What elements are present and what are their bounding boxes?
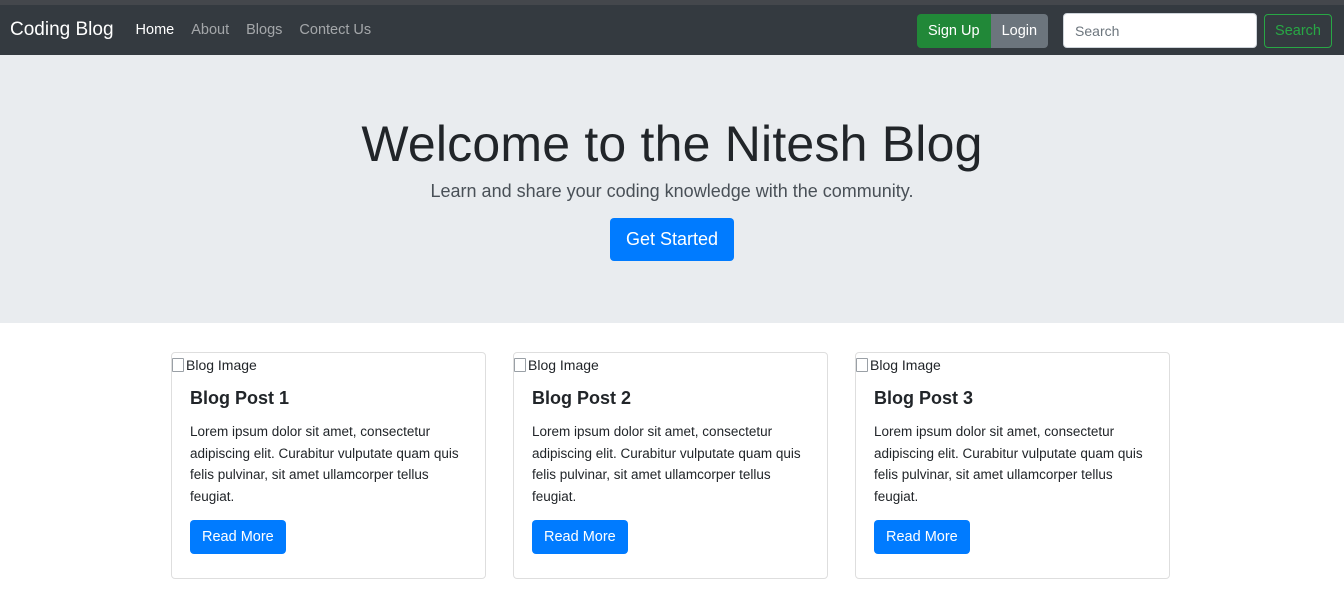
blog-card: Blog Image Blog Post 2 Lorem ipsum dolor…	[513, 352, 828, 579]
card-body: Blog Post 1 Lorem ipsum dolor sit amet, …	[172, 376, 485, 554]
card-text: Lorem ipsum dolor sit amet, consectetur …	[190, 424, 459, 504]
hero-subtitle: Learn and share your coding knowledge wi…	[430, 181, 914, 201]
navbar-actions: Sign Up Login Search	[916, 13, 1332, 48]
blog-image-alt: Blog Image	[528, 357, 599, 373]
blog-card: Blog Image Blog Post 1 Lorem ipsum dolor…	[171, 352, 486, 579]
blog-image: Blog Image	[172, 354, 485, 376]
search-button[interactable]: Search	[1264, 13, 1332, 48]
card-text: Lorem ipsum dolor sit amet, consectetur …	[532, 424, 801, 504]
search-input[interactable]	[1063, 13, 1258, 48]
card-body: Blog Post 3 Lorem ipsum dolor sit amet, …	[856, 376, 1169, 554]
hero-section: Welcome to the Nitesh Blog Learn and sha…	[0, 55, 1344, 323]
card-title: Blog Post 2	[532, 388, 632, 408]
auth-button-group: Sign Up Login	[916, 13, 1049, 48]
read-more-button[interactable]: Read More	[532, 520, 628, 554]
signup-button[interactable]: Sign Up	[916, 13, 991, 48]
get-started-button[interactable]: Get Started	[609, 218, 735, 261]
nav-links: Home About Blogs Contect Us	[136, 22, 389, 38]
card-title: Blog Post 1	[190, 388, 290, 408]
card-title: Blog Post 3	[874, 388, 974, 408]
nav-link-home[interactable]: Home	[136, 22, 175, 38]
broken-image-icon	[514, 358, 526, 372]
blog-image: Blog Image	[514, 354, 827, 376]
nav-link-blogs[interactable]: Blogs	[246, 22, 282, 38]
nav-link-about[interactable]: About	[191, 22, 229, 38]
hero-title: Welcome to the Nitesh Blog	[361, 116, 983, 172]
top-navbar: Coding Blog Home About Blogs Contect Us …	[0, 5, 1344, 55]
broken-image-icon	[172, 358, 184, 372]
read-more-button[interactable]: Read More	[874, 520, 970, 554]
read-more-button[interactable]: Read More	[190, 520, 286, 554]
blog-cards: Blog Image Blog Post 1 Lorem ipsum dolor…	[171, 352, 1170, 579]
blog-image-alt: Blog Image	[186, 357, 257, 373]
card-text: Lorem ipsum dolor sit amet, consectetur …	[874, 424, 1143, 504]
nav-link-contact[interactable]: Contect Us	[299, 22, 371, 38]
blog-card: Blog Image Blog Post 3 Lorem ipsum dolor…	[855, 352, 1170, 579]
brand-logo[interactable]: Coding Blog	[10, 19, 114, 41]
broken-image-icon	[856, 358, 868, 372]
blog-image-alt: Blog Image	[870, 357, 941, 373]
blog-image: Blog Image	[856, 354, 1169, 376]
login-button[interactable]: Login	[990, 13, 1049, 48]
card-body: Blog Post 2 Lorem ipsum dolor sit amet, …	[514, 376, 827, 554]
